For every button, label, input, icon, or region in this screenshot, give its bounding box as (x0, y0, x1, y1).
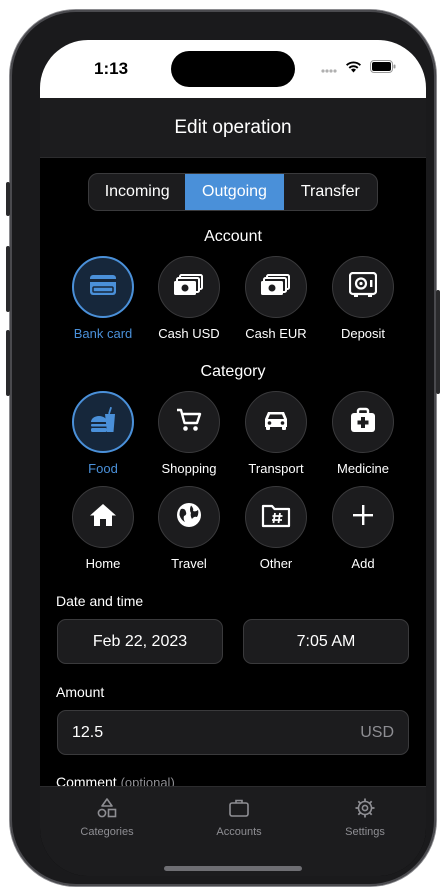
power-button (436, 290, 440, 394)
cart-icon (175, 406, 203, 439)
account-label: Cash EUR (245, 326, 307, 341)
gear-icon (354, 798, 376, 823)
account-icon-circle (158, 256, 220, 318)
cash-icon (174, 273, 204, 302)
account-item-deposit[interactable]: Deposit (320, 256, 406, 341)
account-item-cash-eur[interactable]: Cash EUR (233, 256, 319, 341)
tab-label: Categories (80, 826, 134, 838)
amount-currency: USD (360, 723, 394, 741)
date-picker-button[interactable]: Feb 22, 2023 (57, 619, 223, 664)
category-icon-circle (158, 391, 220, 453)
category-item-medicine[interactable]: Medicine (320, 391, 406, 476)
safe-icon (348, 271, 378, 303)
medical-bag-icon (349, 406, 377, 439)
category-section-title: Category (200, 363, 266, 380)
car-icon (262, 408, 290, 437)
category-label: Travel (171, 556, 207, 571)
category-icon-circle (72, 391, 134, 453)
shapes-icon (96, 798, 118, 823)
category-item-add[interactable]: Add (320, 486, 406, 571)
plus-icon (352, 504, 374, 531)
amount-value: 12.5 (72, 723, 104, 741)
segment-transfer[interactable]: Transfer (284, 174, 377, 210)
category-icon-circle (332, 391, 394, 453)
status-bar: 1:13 (40, 40, 426, 98)
account-label: Deposit (340, 326, 386, 341)
dots-icon (321, 60, 337, 78)
account-section-title: Account (204, 228, 262, 245)
tab-label: Settings (345, 826, 385, 838)
category-label: Add (351, 556, 375, 571)
amount-label: Amount (56, 684, 105, 700)
category-label: Shopping (161, 461, 217, 476)
tab-label: Accounts (216, 826, 262, 838)
tab-categories[interactable]: Categories (57, 797, 157, 838)
account-item-cash-usd[interactable]: Cash USD (146, 256, 232, 341)
category-icon-circle (245, 486, 307, 548)
screen: 1:13 Edit operation Incoming Outgoing Tr… (40, 40, 426, 876)
category-item-shopping[interactable]: Shopping (146, 391, 232, 476)
category-icon-circle (158, 486, 220, 548)
credit-card-icon (89, 274, 117, 301)
wifi-icon (345, 60, 362, 78)
account-icon-circle (245, 256, 307, 318)
cash-icon (261, 273, 291, 302)
segment-incoming[interactable]: Incoming (89, 174, 185, 210)
folder-hash-icon (261, 502, 291, 533)
category-label: Other (259, 556, 293, 571)
globe-icon (175, 501, 203, 534)
home-indicator (164, 866, 302, 871)
volume-up-button (6, 246, 10, 312)
category-label: Transport (248, 461, 304, 476)
category-icon-circle (72, 486, 134, 548)
dynamic-island (171, 51, 295, 87)
tab-bar: Categories Accounts Settings (40, 786, 426, 876)
date-time-label: Date and time (56, 593, 144, 609)
tab-settings[interactable]: Settings (315, 797, 415, 838)
amount-field[interactable]: 12.5 USD (57, 710, 409, 755)
status-icons (321, 60, 396, 78)
fastfood-icon (88, 405, 118, 440)
time-value: 7:05 AM (296, 632, 356, 650)
category-icon-circle (245, 391, 307, 453)
account-icon-circle (332, 256, 394, 318)
mute-switch (6, 182, 10, 216)
segment-outgoing[interactable]: Outgoing (185, 174, 284, 210)
account-icon-circle (72, 256, 134, 318)
category-item-other[interactable]: Other (233, 486, 319, 571)
time-picker-button[interactable]: 7:05 AM (243, 619, 409, 664)
operation-type-segmented-control: Incoming Outgoing Transfer (88, 173, 378, 211)
category-item-travel[interactable]: Travel (146, 486, 232, 571)
category-label: Medicine (336, 461, 390, 476)
date-value: Feb 22, 2023 (92, 632, 188, 650)
battery-icon (370, 60, 396, 78)
briefcase-icon (228, 799, 250, 823)
navigation-bar: Edit operation (40, 98, 426, 158)
tab-accounts[interactable]: Accounts (189, 797, 289, 838)
account-item-bank-card[interactable]: Bank card (60, 256, 146, 341)
category-label: Home (85, 556, 121, 571)
category-label: Food (88, 461, 118, 476)
phone-frame: 1:13 Edit operation Incoming Outgoing Tr… (6, 10, 440, 886)
category-icon-circle (332, 486, 394, 548)
account-label: Cash USD (158, 326, 220, 341)
volume-down-button (6, 330, 10, 396)
category-item-home[interactable]: Home (60, 486, 146, 571)
status-time: 1:13 (94, 59, 129, 78)
category-item-transport[interactable]: Transport (233, 391, 319, 476)
page-title: Edit operation (174, 117, 292, 138)
account-label: Bank card (73, 326, 133, 341)
home-icon (89, 502, 117, 533)
category-item-food[interactable]: Food (60, 391, 146, 476)
